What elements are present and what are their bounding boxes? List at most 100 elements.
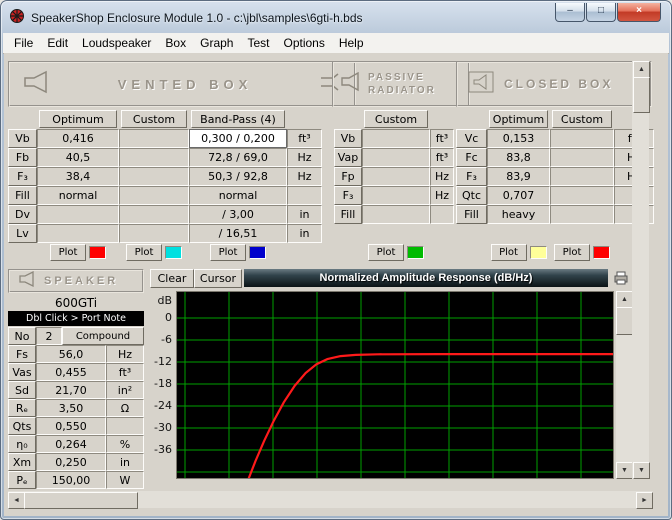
value-cell[interactable]: 83,9 <box>487 167 550 186</box>
plot-button[interactable]: Plot <box>210 244 246 261</box>
value-cell[interactable]: 72,8 / 69,0 <box>189 148 287 167</box>
value-cell[interactable] <box>119 205 189 224</box>
main-vertical-scrollbar[interactable]: ▲ ▼ <box>632 61 649 479</box>
row-label: Lv <box>8 224 37 243</box>
value-cell[interactable]: / 3,00 <box>189 205 287 224</box>
scroll-left-button[interactable]: ◄ <box>8 492 25 509</box>
y-axis-labels: dB0-6-12-18-24-30-36 <box>150 291 175 479</box>
value-cell[interactable] <box>550 167 614 186</box>
scroll-up-button[interactable]: ▲ <box>633 61 650 78</box>
menu-item-box[interactable]: Box <box>158 34 193 52</box>
value-cell[interactable] <box>119 129 189 148</box>
menu-item-help[interactable]: Help <box>332 34 371 52</box>
value-cell[interactable] <box>119 167 189 186</box>
passive-custom-button[interactable]: Custom <box>364 110 428 128</box>
plot-color-swatch <box>530 246 547 259</box>
menu-item-test[interactable]: Test <box>240 34 276 52</box>
value-cell[interactable]: normal <box>189 186 287 205</box>
value-cell[interactable]: 0,264 <box>36 435 106 453</box>
value-cell[interactable]: 0,455 <box>36 363 106 381</box>
value-cell[interactable]: 21,70 <box>36 381 106 399</box>
value-cell[interactable] <box>362 129 430 148</box>
menu-item-graph[interactable]: Graph <box>193 34 240 52</box>
value-cell[interactable]: 0,550 <box>36 417 106 435</box>
title-bar[interactable]: SpeakerShop Enclosure Module 1.0 - c:\jb… <box>3 3 669 33</box>
passive-radiator-icon <box>340 72 362 97</box>
value-cell[interactable]: 56,0 <box>36 345 106 363</box>
port-note-banner[interactable]: Dbl Click > Port Note <box>8 311 144 326</box>
plot-color-swatch <box>165 246 182 259</box>
vented-bandpass-button[interactable]: Band-Pass (4) <box>191 110 285 128</box>
value-cell[interactable] <box>37 205 119 224</box>
unit-cell <box>106 417 144 435</box>
speaker-model-label: 600GTi <box>8 295 144 310</box>
value-cell[interactable]: 0,416 <box>37 129 119 148</box>
active-edit-cell[interactable]: 0,300 / 0,200 <box>189 129 287 148</box>
print-graph-button[interactable] <box>612 269 630 286</box>
plot-button[interactable]: Plot <box>50 244 86 261</box>
value-cell[interactable]: 40,5 <box>37 148 119 167</box>
menu-item-options[interactable]: Options <box>276 34 331 52</box>
compound-button[interactable]: Compound <box>62 327 144 345</box>
plot-color-swatch <box>249 246 266 259</box>
row-label: Sd <box>8 381 36 399</box>
response-plot-area[interactable] <box>176 291 614 479</box>
value-cell[interactable]: 2 <box>36 327 62 345</box>
menu-item-edit[interactable]: Edit <box>40 34 75 52</box>
maximize-button[interactable]: □ <box>586 3 616 22</box>
plot-button[interactable]: Plot <box>126 244 162 261</box>
value-cell[interactable] <box>362 148 430 167</box>
value-cell[interactable] <box>550 205 614 224</box>
clear-button[interactable]: Clear <box>150 269 194 288</box>
plot-button[interactable]: Plot <box>554 244 590 261</box>
value-cell[interactable] <box>119 148 189 167</box>
value-cell[interactable]: 3,50 <box>36 399 106 417</box>
row-label: Fill <box>8 186 37 205</box>
value-cell[interactable] <box>550 129 614 148</box>
plot-button[interactable]: Plot <box>491 244 527 261</box>
value-cell[interactable]: 0,153 <box>487 129 550 148</box>
plot-button[interactable]: Plot <box>368 244 404 261</box>
value-cell[interactable]: heavy <box>487 205 550 224</box>
scrollbar-thumb[interactable] <box>24 492 138 509</box>
value-cell[interactable]: normal <box>37 186 119 205</box>
value-cell[interactable]: 83,8 <box>487 148 550 167</box>
value-cell[interactable]: 150,00 <box>36 471 106 489</box>
value-cell[interactable] <box>362 167 430 186</box>
scroll-down-button[interactable]: ▼ <box>633 462 650 479</box>
unit-cell: ft³ <box>106 363 144 381</box>
menu-item-file[interactable]: File <box>7 34 40 52</box>
value-cell[interactable]: / 16,51 <box>189 224 287 243</box>
row-label: Vc <box>456 129 487 148</box>
value-cell[interactable]: 0,250 <box>36 453 106 471</box>
plot-control: Plot <box>37 243 119 261</box>
value-cell[interactable] <box>362 205 430 224</box>
closed-optimum-button[interactable]: Optimum <box>489 110 548 128</box>
main-horizontal-scrollbar[interactable]: ◄ ► <box>8 491 653 508</box>
value-cell[interactable] <box>119 224 189 243</box>
value-cell[interactable] <box>362 186 430 205</box>
scroll-down-button[interactable]: ▼ <box>616 462 633 479</box>
vented-custom-button[interactable]: Custom <box>121 110 187 128</box>
value-cell[interactable] <box>37 224 119 243</box>
close-button[interactable]: × <box>617 3 661 22</box>
scrollbar-thumb[interactable] <box>633 77 650 113</box>
vented-optimum-button[interactable]: Optimum <box>39 110 117 128</box>
scroll-up-button[interactable]: ▲ <box>616 291 633 308</box>
value-cell[interactable] <box>550 186 614 205</box>
value-cell[interactable]: 38,4 <box>37 167 119 186</box>
scroll-right-button[interactable]: ► <box>636 492 653 509</box>
minimize-button[interactable]: – <box>555 3 585 22</box>
menu-item-loudspeaker[interactable]: Loudspeaker <box>75 34 158 52</box>
graph-vertical-scrollbar[interactable]: ▲ ▼ <box>616 291 632 479</box>
closed-custom-button[interactable]: Custom <box>552 110 612 128</box>
row-label: Dv <box>8 205 37 224</box>
app-icon <box>9 8 25 29</box>
value-cell[interactable]: 50,3 / 92,8 <box>189 167 287 186</box>
value-cell[interactable] <box>550 148 614 167</box>
unit-cell: ft³ <box>287 129 322 148</box>
value-cell[interactable] <box>119 186 189 205</box>
value-cell[interactable]: 0,707 <box>487 186 550 205</box>
cursor-button[interactable]: Cursor <box>194 269 242 288</box>
scrollbar-thumb[interactable] <box>616 307 633 335</box>
